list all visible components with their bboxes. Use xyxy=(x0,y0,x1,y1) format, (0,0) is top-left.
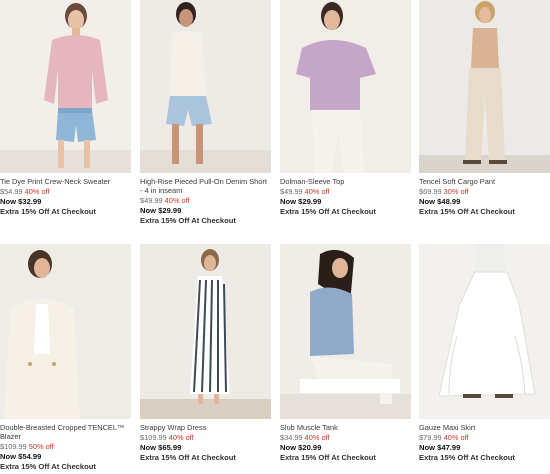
sale-price: Now $29.99 xyxy=(140,206,182,215)
promo-text: Extra 15% Off At Checkout xyxy=(0,462,96,471)
discount-badge: 40% off xyxy=(304,433,330,442)
sale-price: Now $48.99 xyxy=(419,197,461,206)
promo-text: Extra 15% Off At Checkout xyxy=(419,453,515,462)
original-price: $49.99 xyxy=(280,187,303,196)
product-image[interactable] xyxy=(140,244,271,419)
original-price: $49.99 xyxy=(140,196,163,205)
promo-text: Extra 15% Off At Checkout xyxy=(140,453,236,462)
promo-text: Extra 15% Off At Checkout xyxy=(419,207,515,216)
product-name[interactable]: Dolman-Sleeve Top xyxy=(280,177,411,186)
product-image[interactable] xyxy=(280,0,411,173)
sale-price: Now $32.99 xyxy=(0,197,42,206)
promo-text: Extra 15% Off At Checkout xyxy=(280,207,376,216)
discount-badge: 30% off xyxy=(443,187,469,196)
product-card[interactable]: Tencel Soft Cargo Pant $69.99 30% off Now… xyxy=(419,0,550,217)
product-card[interactable]: Slub Muscle Tank $34.99 40% off Now $20.9… xyxy=(280,244,411,463)
product-image[interactable] xyxy=(280,244,411,419)
promo-text: Extra 15% Off At Checkout xyxy=(0,207,96,216)
product-name[interactable]: Strappy Wrap Dress xyxy=(140,423,271,432)
product-card[interactable]: Dolman-Sleeve Top $49.99 40% off Now $29.… xyxy=(280,0,411,217)
product-name[interactable]: Gauze Maxi Skirt xyxy=(419,423,550,432)
discount-badge: 40% off xyxy=(304,187,330,196)
product-image[interactable] xyxy=(0,244,131,419)
promo-text: Extra 15% Off At Checkout xyxy=(140,216,236,225)
original-price: $69.99 xyxy=(419,187,442,196)
discount-badge: 40% off xyxy=(168,433,194,442)
product-card[interactable]: Double-Breasted Cropped TENCEL™ Blazer $… xyxy=(0,244,131,472)
product-name[interactable]: High-Rise Pieced Pull-On Denim Short - 4… xyxy=(140,177,271,195)
product-image[interactable] xyxy=(419,0,550,173)
product-name[interactable]: Slub Muscle Tank xyxy=(280,423,411,432)
original-price: $79.99 xyxy=(419,433,442,442)
promo-text: Extra 15% Off At Checkout xyxy=(280,453,376,462)
discount-badge: 40% off xyxy=(443,433,469,442)
product-name[interactable]: Double-Breasted Cropped TENCEL™ Blazer xyxy=(0,423,131,441)
product-name[interactable]: Tie Dye Print Crew-Neck Sweater xyxy=(0,177,131,186)
product-name[interactable]: Tencel Soft Cargo Pant xyxy=(419,177,550,186)
sale-price: Now $47.99 xyxy=(419,443,461,452)
discount-badge: 40% off xyxy=(164,196,190,205)
original-price: $54.99 xyxy=(0,187,23,196)
product-card[interactable]: Gauze Maxi Skirt $79.99 40% off Now $47.9… xyxy=(419,244,550,463)
product-card[interactable]: High-Rise Pieced Pull-On Denim Short - 4… xyxy=(140,0,271,226)
product-card[interactable]: Strappy Wrap Dress $109.99 40% off Now $6… xyxy=(140,244,271,463)
original-price: $34.99 xyxy=(280,433,303,442)
sale-price: Now $54.99 xyxy=(0,452,42,461)
original-price: $109.99 xyxy=(0,442,27,451)
product-image[interactable] xyxy=(0,0,131,173)
product-image[interactable] xyxy=(419,244,550,419)
sale-price: Now $20.99 xyxy=(280,443,322,452)
sale-price: Now $65.99 xyxy=(140,443,182,452)
original-price: $109.99 xyxy=(140,433,167,442)
product-image[interactable] xyxy=(140,0,271,173)
sale-price: Now $29.99 xyxy=(280,197,322,206)
product-card[interactable]: Tie Dye Print Crew-Neck Sweater $54.99 40… xyxy=(0,0,131,217)
product-grid: Tie Dye Print Crew-Neck Sweater $54.99 40… xyxy=(0,0,550,474)
discount-badge: 40% off xyxy=(24,187,50,196)
discount-badge: 50% off xyxy=(28,442,54,451)
